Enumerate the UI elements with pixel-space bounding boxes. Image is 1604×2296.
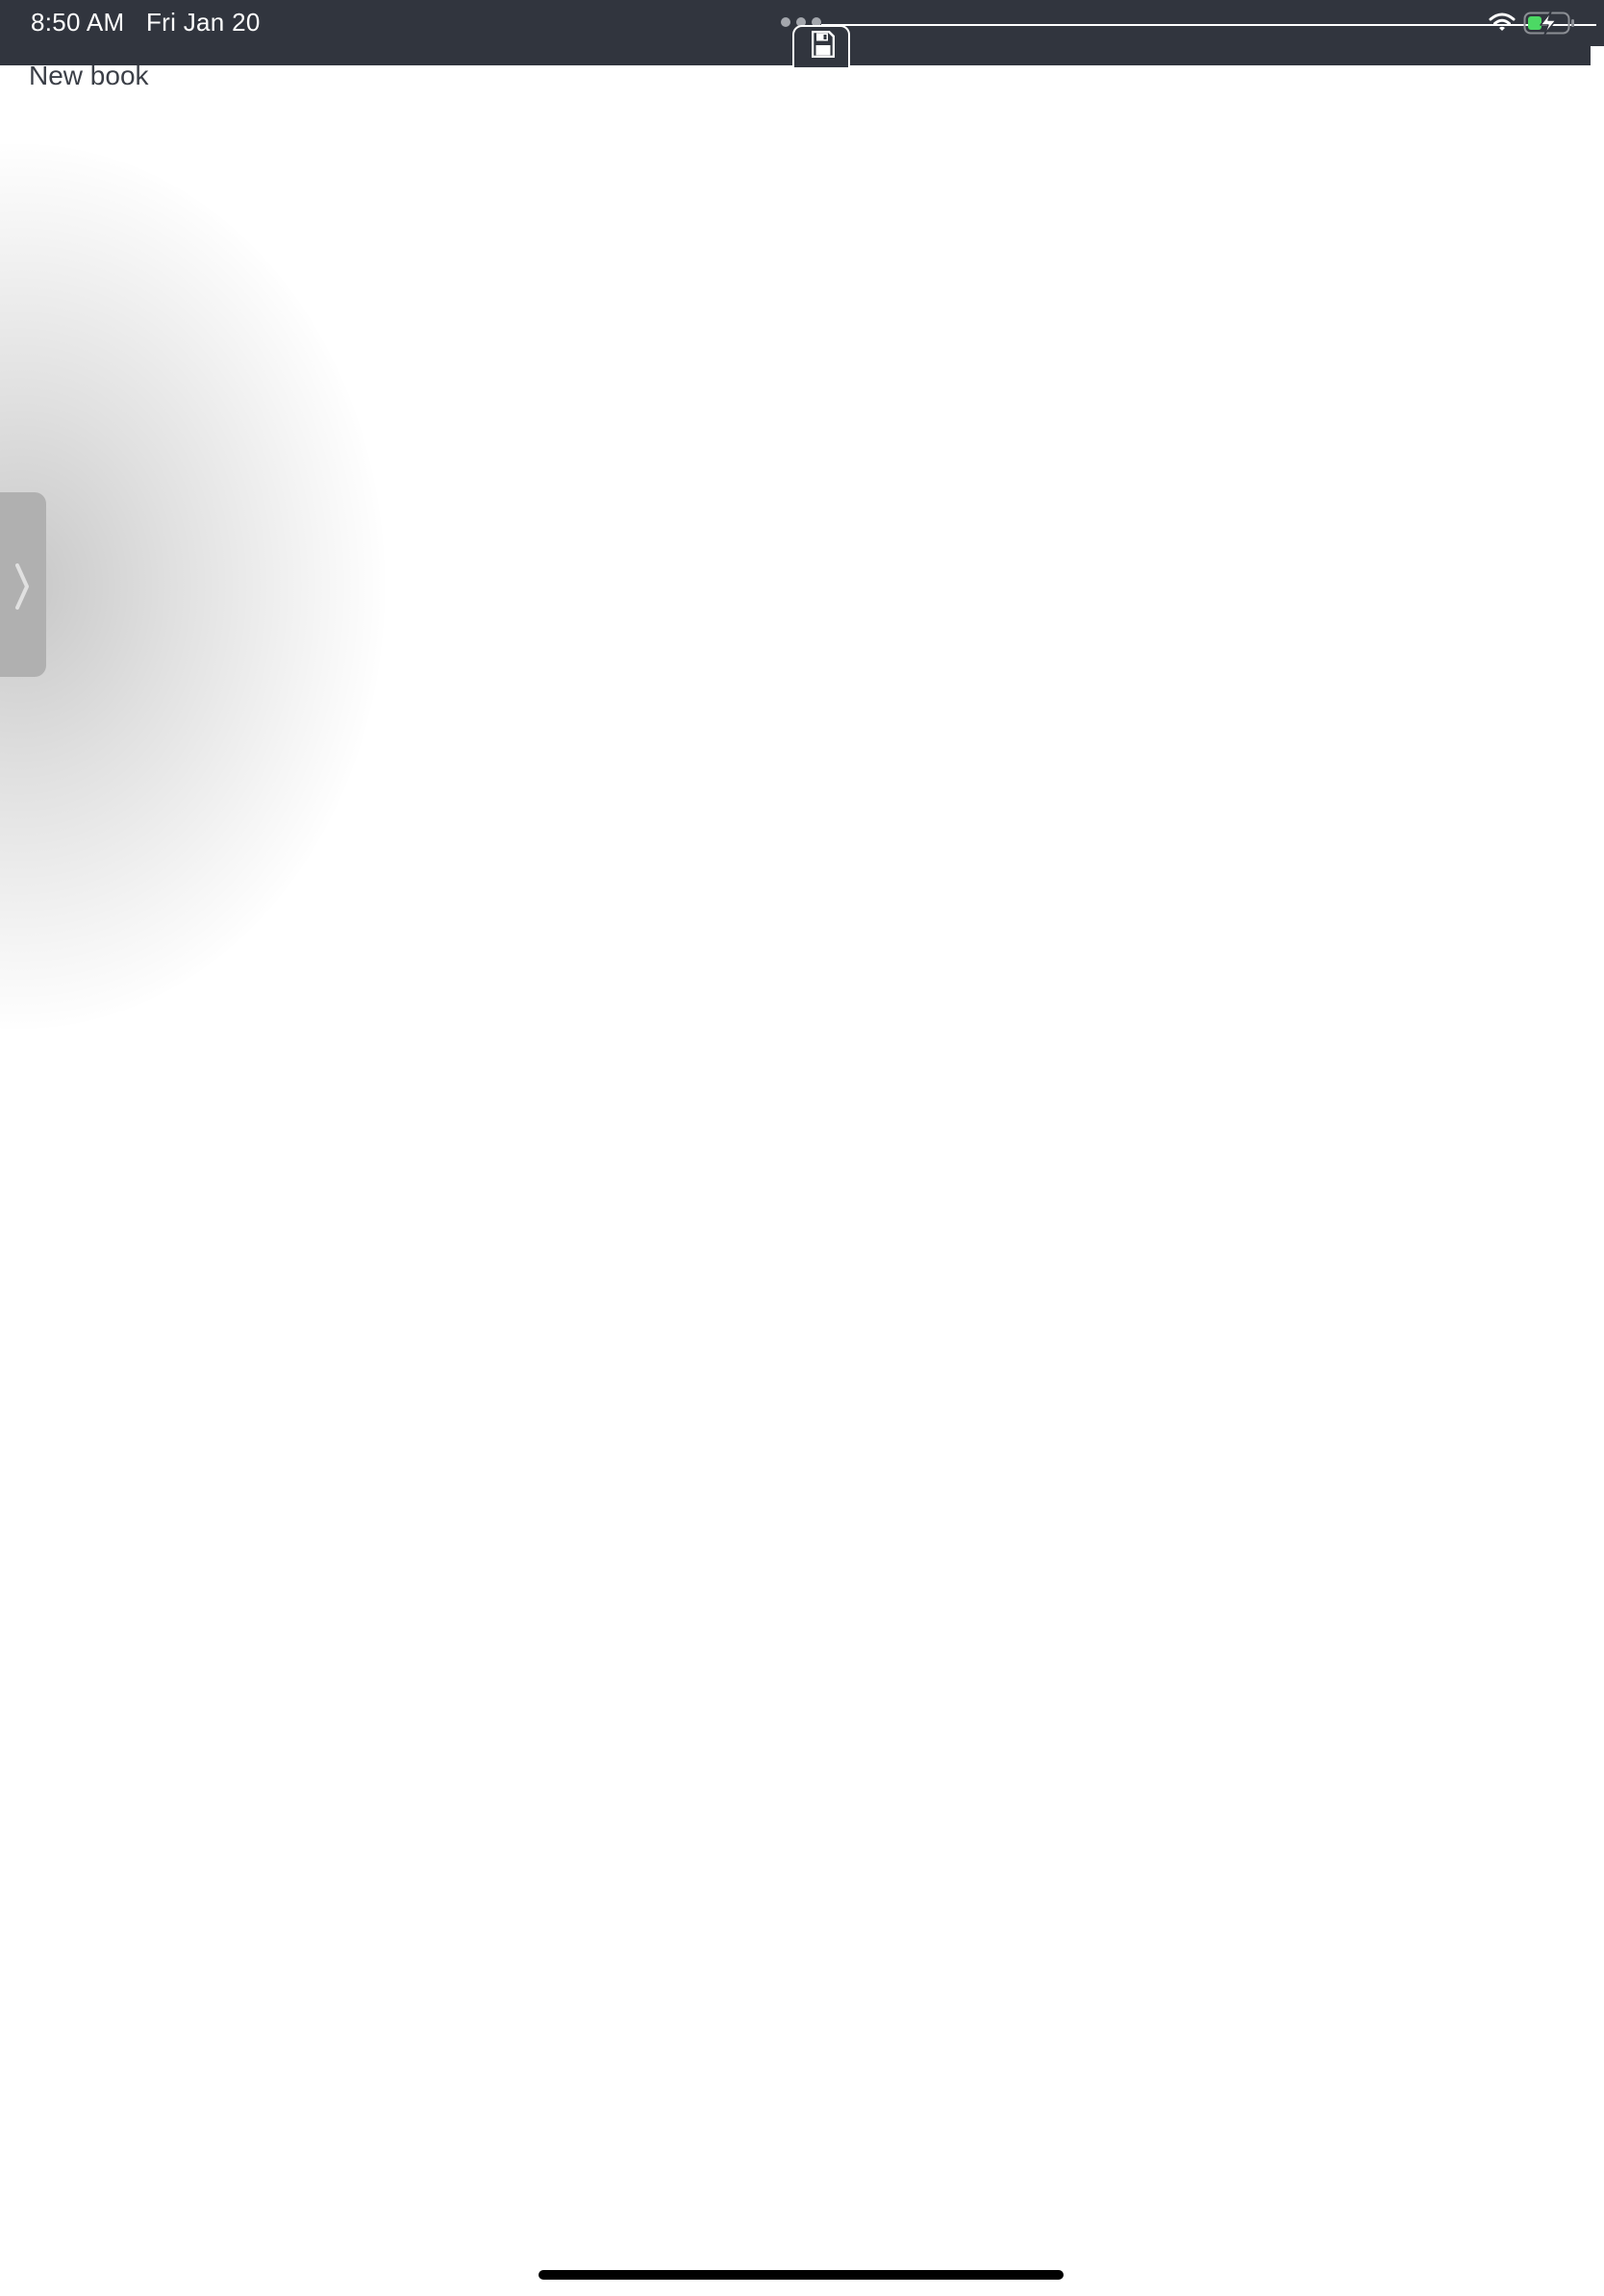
battery-charging-icon	[1523, 11, 1574, 36]
top-bar: 8:50 AM Fri Jan 20	[0, 0, 1604, 67]
home-indicator[interactable]	[539, 2270, 1064, 2280]
document-title[interactable]: New book	[29, 60, 149, 92]
corner-marker	[1591, 46, 1604, 65]
status-date: Fri Jan 20	[146, 8, 261, 37]
floppy-disk-icon	[812, 31, 835, 58]
drawer-shadow	[0, 144, 385, 1029]
chevron-right-icon	[15, 563, 29, 610]
toolbar-divider-line	[821, 24, 1596, 26]
dot	[781, 17, 790, 27]
status-time: 8:50 AM	[31, 8, 125, 37]
save-button[interactable]	[792, 25, 850, 67]
app-screen: 8:50 AM Fri Jan 20 New book	[0, 0, 1604, 2296]
sidebar-toggle-handle[interactable]	[0, 492, 46, 677]
wifi-icon	[1489, 12, 1516, 31]
